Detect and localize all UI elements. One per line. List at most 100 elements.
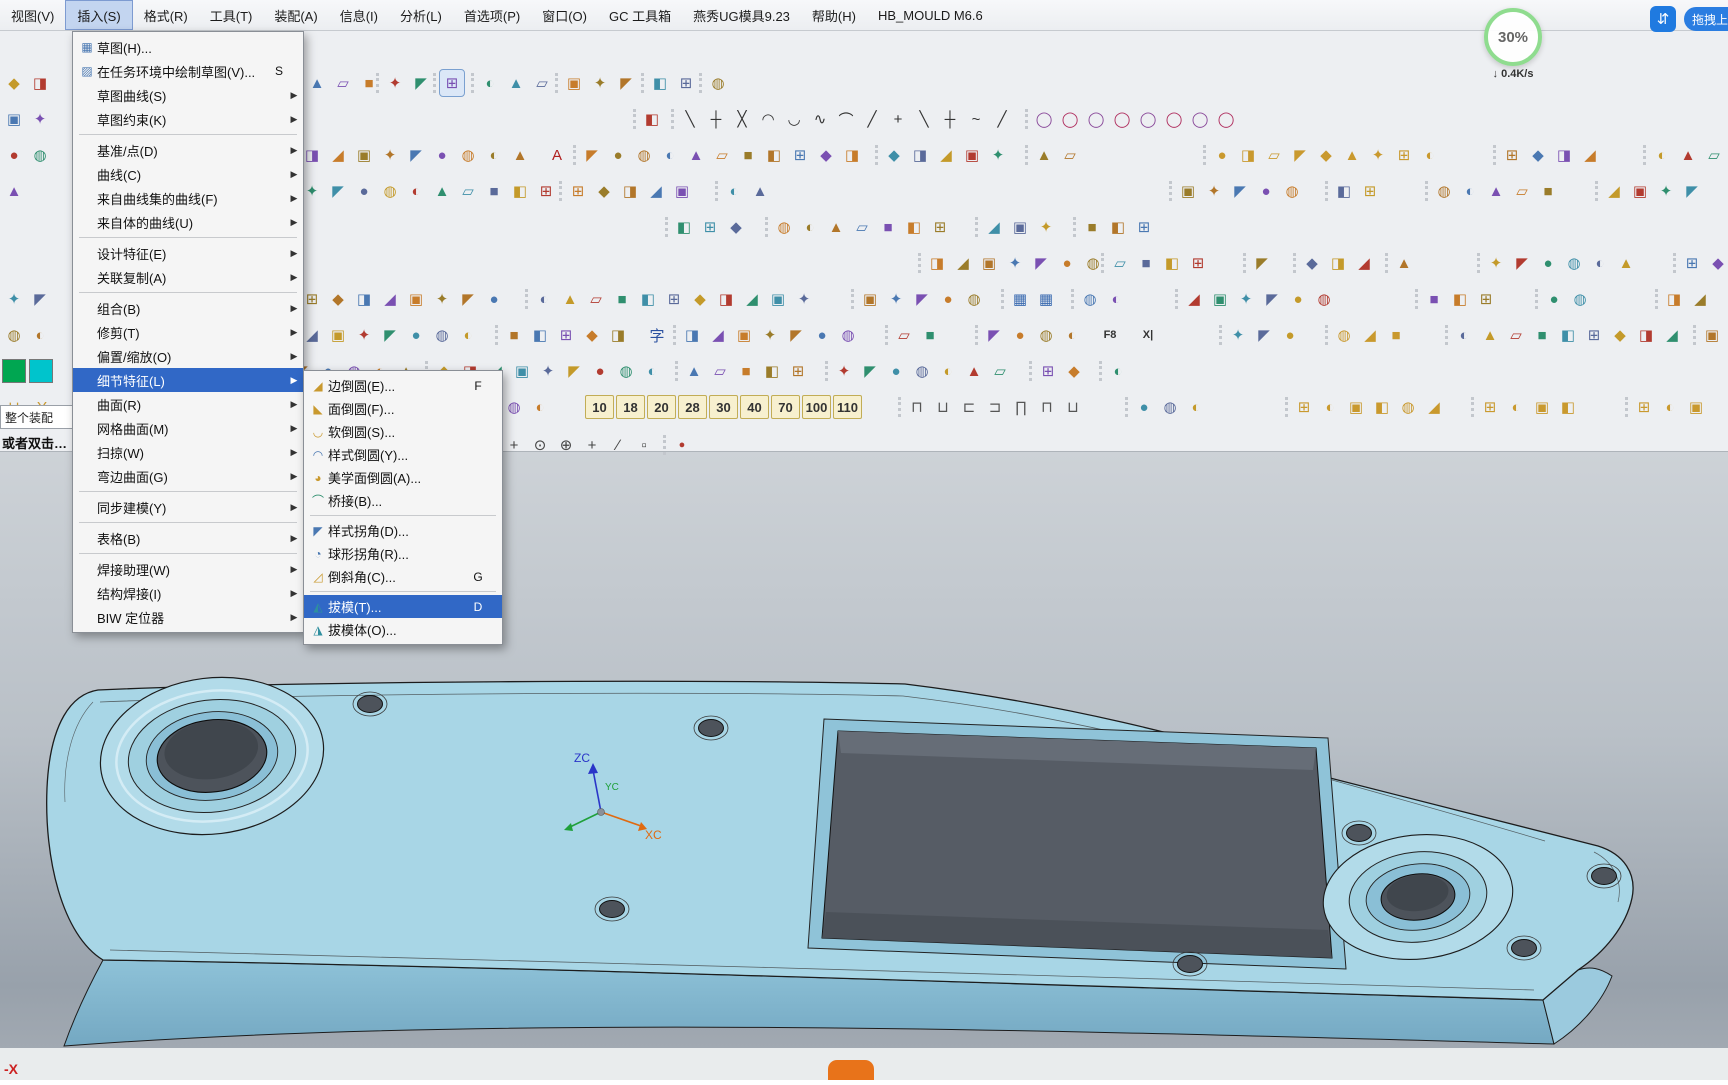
toolbar-icon[interactable]: ▣: [562, 70, 586, 96]
menubar-item[interactable]: HB_MOULD M6.6: [867, 0, 994, 30]
toolbar-icon[interactable]: ●: [606, 142, 630, 168]
toolbar-icon[interactable]: ▦: [1008, 286, 1032, 312]
toolbar-icon[interactable]: ◢: [378, 286, 402, 312]
toolbar-icon[interactable]: ▣: [766, 286, 790, 312]
insert-menu-item[interactable]: ▨在任务环境中绘制草图(V)...S: [73, 59, 303, 83]
toolbar-icon[interactable]: ▣: [1530, 394, 1554, 420]
toolbar-icon[interactable]: ◐: [936, 358, 960, 384]
toolbar-icon[interactable]: ◐: [482, 142, 506, 168]
toolbar-icon[interactable]: ▱: [1058, 142, 1082, 168]
toolbar-icon[interactable]: ⊞: [698, 214, 722, 240]
toolbar-icon[interactable]: ▣: [732, 322, 756, 348]
size-button-30[interactable]: 30: [709, 395, 738, 419]
toolbar-icon[interactable]: ▣: [326, 322, 350, 348]
toolbar-icon[interactable]: ■: [482, 178, 506, 204]
small-hole[interactable]: [358, 696, 383, 713]
menubar-item[interactable]: 信息(I): [329, 0, 389, 30]
toolbar-icon[interactable]: ◤: [858, 358, 882, 384]
toolbar-icon[interactable]: ◤: [1260, 286, 1284, 312]
toolbar-icon[interactable]: ✦: [1226, 322, 1250, 348]
toolbar-icon[interactable]: ◤: [456, 286, 480, 312]
toolbar-icon[interactable]: ■: [610, 286, 634, 312]
toolbar-icon[interactable]: ◨: [680, 322, 704, 348]
toolbar-icon[interactable]: ◤: [614, 70, 638, 96]
toolbar-icon[interactable]: ◆: [1300, 250, 1324, 276]
small-hole[interactable]: [1592, 868, 1617, 885]
toolbar-icon[interactable]: X|: [1136, 322, 1160, 348]
toolbar-icon[interactable]: ▣: [1684, 394, 1708, 420]
toolbar-icon[interactable]: ◍: [706, 70, 730, 96]
toolbar-icon[interactable]: ⊞: [674, 70, 698, 96]
menubar-item[interactable]: 视图(V): [0, 0, 65, 30]
size-button-40[interactable]: 40: [740, 395, 769, 419]
toolbar-icon[interactable]: ◤: [1288, 142, 1312, 168]
toolbar-icon[interactable]: ◐: [532, 286, 556, 312]
toolbar-icon[interactable]: ✦: [1484, 250, 1508, 276]
toolbar-icon[interactable]: ▲: [1392, 250, 1416, 276]
toolbar-icon[interactable]: ▱: [892, 322, 916, 348]
toolbar-icon[interactable]: ◨: [1634, 322, 1658, 348]
toolbar-icon[interactable]: ▱: [584, 286, 608, 312]
insert-menu-item[interactable]: 来自曲线集的曲线(F)▶: [73, 186, 303, 210]
toolbar-icon[interactable]: ◍: [502, 394, 526, 420]
toolbar-icon[interactable]: ◠: [756, 106, 780, 132]
toolbar-icon[interactable]: ◐: [798, 214, 822, 240]
insert-menu-item[interactable]: 关联复制(A)▶: [73, 265, 303, 289]
toolbar-icon[interactable]: ◯: [1084, 106, 1108, 132]
toolbar-icon[interactable]: ●: [588, 358, 612, 384]
toolbar-icon[interactable]: ⊞: [1186, 250, 1210, 276]
toolbar-icon[interactable]: ◍: [1562, 250, 1586, 276]
toolbar-icon[interactable]: ◤: [580, 142, 604, 168]
toolbar-icon[interactable]: ▲: [305, 70, 329, 96]
toolbar-icon[interactable]: ╳: [730, 106, 754, 132]
toolbar-icon[interactable]: ◢: [1660, 322, 1684, 348]
toolbar-icon[interactable]: ◤: [784, 322, 808, 348]
toolbar-icon[interactable]: ◐: [1504, 394, 1528, 420]
toolbar-icon[interactable]: ◨: [840, 142, 864, 168]
toolbar-icon[interactable]: ◆: [724, 214, 748, 240]
menubar-item[interactable]: 首选项(P): [453, 0, 531, 30]
toolbar-icon[interactable]: ■: [876, 214, 900, 240]
toolbar-icon[interactable]: ◤: [28, 286, 52, 312]
toolbar-icon[interactable]: ▣: [977, 250, 1001, 276]
toolbar-icon[interactable]: ▣: [670, 178, 694, 204]
toolbar-icon[interactable]: ▣: [404, 286, 428, 312]
toolbar-icon[interactable]: ◨: [28, 70, 52, 96]
toolbar-icon[interactable]: ◆: [1706, 250, 1728, 276]
toolbar-icon[interactable]: ◤: [1250, 250, 1274, 276]
detail-submenu-item[interactable]: ◠样式倒圆(Y)...: [304, 443, 502, 466]
toolbar-icon[interactable]: ◆: [814, 142, 838, 168]
toolbar-icon[interactable]: ◧: [1556, 394, 1580, 420]
toolbar-icon[interactable]: ■: [1134, 250, 1158, 276]
toolbar-icon[interactable]: ●: [670, 432, 694, 458]
detail-submenu-item[interactable]: ◿倒斜角(C)...G: [304, 565, 502, 588]
toolbar-icon[interactable]: ▱: [708, 358, 732, 384]
toolbar-icon[interactable]: ◐: [478, 70, 502, 96]
toolbar-icon[interactable]: ◢: [1422, 394, 1446, 420]
toolbar-icon[interactable]: ◐: [28, 322, 52, 348]
toolbar-icon[interactable]: ◍: [378, 178, 402, 204]
toolbar-icon[interactable]: ●: [1542, 286, 1566, 312]
toolbar-icon[interactable]: ◤: [378, 322, 402, 348]
size-button-28[interactable]: 28: [678, 395, 707, 419]
toolbar-icon[interactable]: ●: [1055, 250, 1079, 276]
toolbar-icon[interactable]: ▣: [1344, 394, 1368, 420]
toolbar-icon[interactable]: ▣: [2, 106, 26, 132]
color-swatch[interactable]: [2, 359, 26, 383]
menubar-item[interactable]: 窗口(O): [531, 0, 598, 30]
toolbar-icon[interactable]: ■: [502, 322, 526, 348]
menubar-item[interactable]: 插入(S): [65, 0, 132, 30]
toolbar-icon[interactable]: ●: [482, 286, 506, 312]
toolbar-icon[interactable]: ✦: [1654, 178, 1678, 204]
toolbar-icon[interactable]: +: [886, 106, 910, 132]
toolbar-icon[interactable]: ▫: [632, 432, 656, 458]
size-button-18[interactable]: 18: [616, 395, 645, 419]
toolbar-icon[interactable]: ▣: [352, 142, 376, 168]
toolbar-icon[interactable]: ◤: [326, 178, 350, 204]
insert-menu-item[interactable]: BIW 定位器▶: [73, 605, 303, 629]
toolbar-icon[interactable]: ✦: [792, 286, 816, 312]
menubar-item[interactable]: 装配(A): [263, 0, 328, 30]
toolbar-icon[interactable]: ◆: [1062, 358, 1086, 384]
toolbar-icon[interactable]: ⊞: [1582, 322, 1606, 348]
toolbar-icon[interactable]: ▲: [1340, 142, 1364, 168]
